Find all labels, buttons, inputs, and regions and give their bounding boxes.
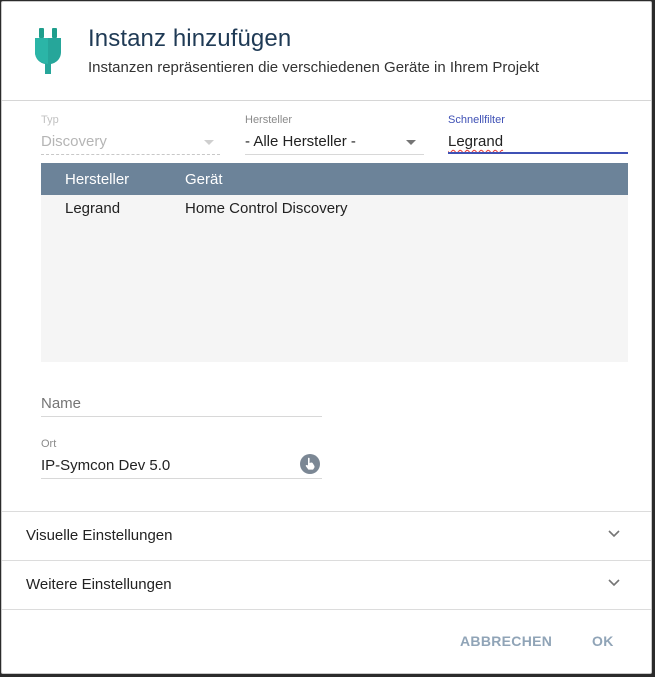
dialog-title: Instanz hinzufügen [88, 25, 292, 52]
ok-button[interactable]: OK [592, 633, 614, 649]
typ-select-value: Discovery [41, 133, 107, 150]
cancel-button[interactable]: ABBRECHEN [460, 633, 552, 649]
chevron-down-icon [608, 530, 620, 538]
typ-label: Typ [41, 114, 59, 126]
chevron-down-icon [608, 579, 620, 587]
section-visual-settings[interactable]: Visuelle Einstellungen [2, 511, 651, 560]
chevron-down-icon [204, 140, 214, 145]
schnellfilter-underline [448, 152, 628, 154]
section-label: Weitere Einstellungen [26, 576, 172, 593]
hersteller-label: Hersteller [245, 114, 293, 126]
plug-icon [35, 28, 61, 74]
column-header-geraet[interactable]: Gerät [185, 171, 223, 188]
dialog-subtitle: Instanzen repräsentieren die verschieden… [88, 59, 540, 76]
table-header: Hersteller Gerät [41, 163, 628, 195]
add-instance-dialog: Instanz hinzufügen Instanzen repräsentie… [1, 1, 652, 674]
section-label: Visuelle Einstellungen [26, 527, 173, 544]
device-table: Hersteller Gerät Legrand Home Control Di… [41, 163, 628, 362]
chevron-down-icon[interactable] [406, 140, 416, 145]
section-further-settings[interactable]: Weitere Einstellungen [2, 560, 651, 610]
cell-hersteller[interactable]: Legrand [65, 200, 120, 217]
schnellfilter-input[interactable]: Legrand [448, 133, 503, 150]
hersteller-select-value[interactable]: - Alle Hersteller - [245, 133, 356, 150]
ort-label: Ort [41, 438, 57, 450]
column-header-hersteller[interactable]: Hersteller [65, 171, 129, 188]
ort-underline [41, 478, 322, 479]
ort-value[interactable]: IP-Symcon Dev 5.0 [41, 457, 170, 474]
cell-geraet[interactable]: Home Control Discovery [185, 200, 348, 217]
dialog-header: Instanz hinzufügen Instanzen repräsentie… [2, 2, 651, 101]
typ-select [41, 154, 220, 155]
schnellfilter-label: Schnellfilter [448, 114, 505, 126]
locate-icon[interactable] [299, 453, 321, 475]
name-input[interactable]: Name [41, 395, 81, 412]
name-underline [41, 416, 322, 417]
hersteller-select[interactable] [245, 154, 424, 155]
